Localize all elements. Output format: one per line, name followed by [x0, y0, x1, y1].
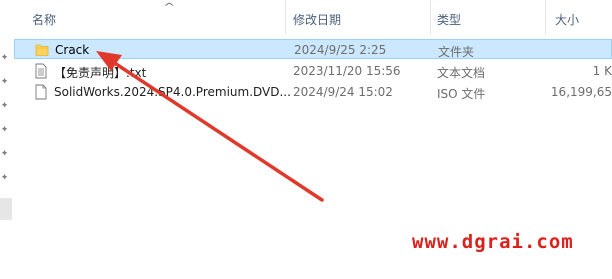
- pin-icon[interactable]: ✦: [0, 78, 9, 87]
- file-name: Crack: [55, 43, 90, 57]
- column-header-modified[interactable]: 修改日期: [293, 11, 341, 28]
- pin-icon[interactable]: ✦: [0, 54, 9, 63]
- column-header-type[interactable]: 类型: [437, 11, 461, 28]
- file-row-disclaimer[interactable]: 【免责声明】.txt 2023/11/20 15:56 文本文档 1 K: [14, 61, 612, 81]
- column-divider[interactable]: [285, 0, 286, 34]
- file-modified: 2023/11/20 15:56: [293, 64, 401, 78]
- column-header-bar: ^ 名称 修改日期 类型 大小: [14, 0, 612, 34]
- column-header-name[interactable]: 名称: [32, 11, 56, 28]
- iso-file-icon: [35, 84, 47, 100]
- file-name: SolidWorks.2024.SP4.0.Premium.DVD...: [54, 85, 291, 99]
- column-divider[interactable]: [430, 0, 431, 34]
- text-file-icon: [35, 63, 47, 79]
- column-header-size[interactable]: 大小: [555, 11, 579, 28]
- file-type: 文本文档: [437, 66, 486, 80]
- file-row-crack[interactable]: Crack 2024/9/25 2:25 文件夹: [14, 39, 612, 59]
- file-type: ISO 文件: [437, 87, 486, 101]
- column-divider[interactable]: [545, 0, 546, 34]
- file-size: 16,199,65: [550, 85, 612, 99]
- file-type: 文件夹: [438, 45, 475, 59]
- navigation-pane-edge: ✦ ✦ ✦ ✦ ✦ ✦: [0, 0, 12, 279]
- file-modified: 2024/9/24 15:02: [293, 85, 393, 99]
- file-row-iso[interactable]: SolidWorks.2024.SP4.0.Premium.DVD... 202…: [14, 82, 612, 102]
- file-name: 【免责声明】.txt: [54, 66, 147, 80]
- file-modified: 2024/9/25 2:25: [294, 43, 387, 57]
- pin-icon[interactable]: ✦: [0, 102, 9, 111]
- sort-ascending-icon: ^: [163, 2, 176, 13]
- folder-icon: [35, 44, 49, 56]
- pin-icon[interactable]: ✦: [0, 174, 9, 183]
- watermark-text: www.dgrai.com: [412, 231, 574, 253]
- pin-icon[interactable]: ✦: [0, 126, 9, 135]
- pin-icon[interactable]: ✦: [0, 150, 9, 159]
- scrollbar-thumb[interactable]: [0, 198, 12, 220]
- file-size: 1 K: [592, 64, 612, 78]
